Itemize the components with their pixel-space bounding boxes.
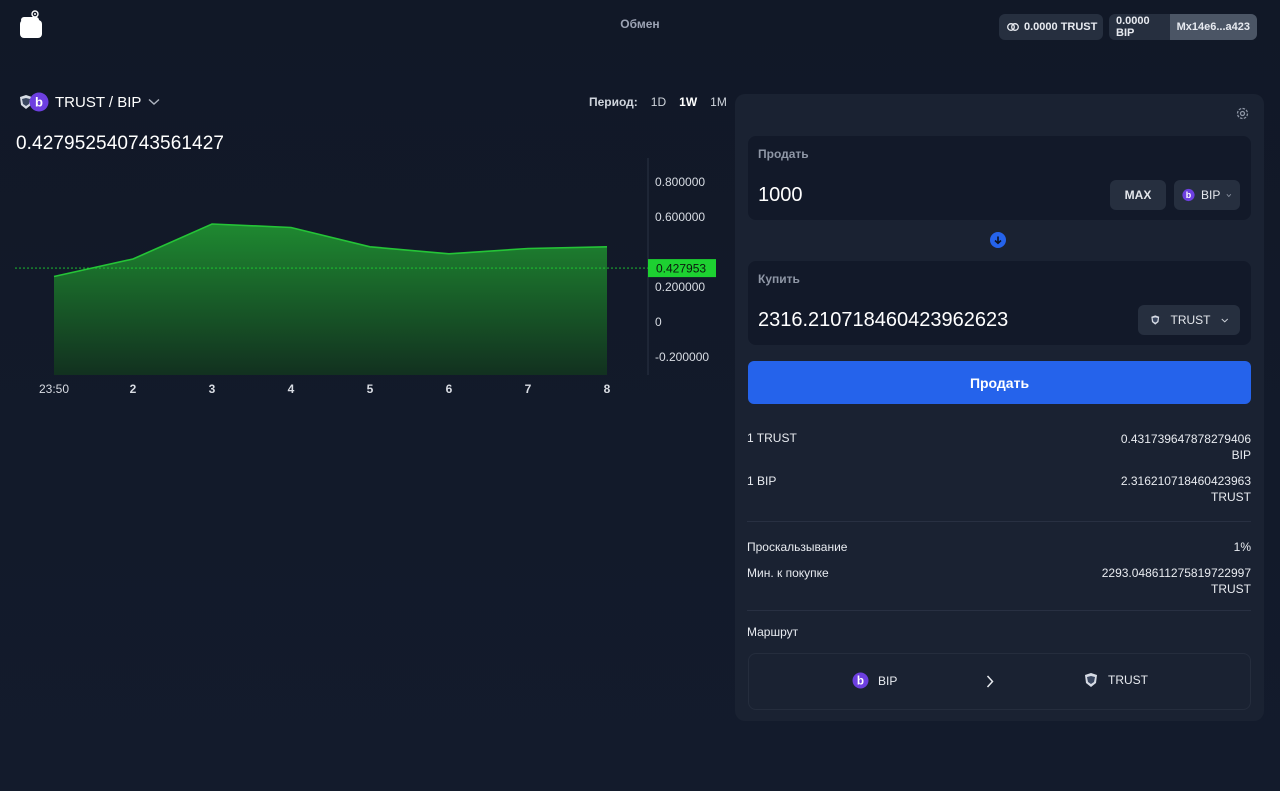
swap-direction-icon[interactable] xyxy=(990,232,1006,248)
route-to-label: TRUST xyxy=(1108,673,1148,687)
rate-bip-amount: 2.316210718460423963 xyxy=(1120,474,1251,488)
divider xyxy=(747,521,1251,522)
rate-trust-value: 0.431739647878279406 BIP xyxy=(1121,431,1251,463)
buy-token-label: TRUST xyxy=(1170,313,1211,327)
account-badge[interactable]: 0.0000 BIP Mx14e6...a423 xyxy=(1109,14,1257,40)
trust-balance-text: 0.0000 TRUST xyxy=(1024,21,1098,33)
max-button[interactable]: MAX xyxy=(1110,180,1166,210)
y-tick-label: 0.600000 xyxy=(655,210,705,224)
price-chart: 0.800000 0.600000 0.200000 0 -0.200000 0.4279… xyxy=(15,158,716,396)
route-to: TRUST xyxy=(1083,672,1148,688)
min-receive-value: 2293.048611275819722997 TRUST xyxy=(1102,565,1251,597)
buy-token-select[interactable]: TRUST xyxy=(1138,305,1240,335)
y-tick-label: 0.200000 xyxy=(655,280,705,294)
chevron-right-icon xyxy=(986,675,994,688)
current-price-label: 0.427953 xyxy=(656,262,706,276)
x-tick-label: 2 xyxy=(130,382,137,396)
period-selector: Период: 1D 1W 1M xyxy=(589,95,727,109)
x-tick-label: 3 xyxy=(209,382,216,396)
route-from-label: BIP xyxy=(878,673,898,688)
bip-token-icon: b xyxy=(29,92,49,112)
divider xyxy=(747,610,1251,611)
buy-label: Купить xyxy=(758,272,800,286)
period-1d[interactable]: 1D xyxy=(651,95,666,109)
y-tick-label: -0.200000 xyxy=(655,350,709,364)
nav-exchange-link[interactable]: Обмен xyxy=(600,17,680,31)
buy-amount-value: 2316.210718460423962623 xyxy=(758,309,1009,331)
chevron-down-icon xyxy=(148,98,160,105)
x-tick-label: 23:50 xyxy=(39,382,69,396)
x-tick-label: 8 xyxy=(604,382,611,396)
svg-text:b: b xyxy=(1186,190,1192,200)
wallet-logo-icon[interactable] xyxy=(18,10,46,40)
x-tick-label: 6 xyxy=(446,382,453,396)
svg-text:b: b xyxy=(857,675,864,688)
min-receive-label: Мин. к покупке xyxy=(747,566,829,580)
sell-panel: Продать 1000 MAX b BIP xyxy=(748,136,1251,220)
min-receive-unit: TRUST xyxy=(1211,582,1251,596)
rate-trust-label: 1 TRUST xyxy=(747,431,797,445)
buy-panel: Купить 2316.210718460423962623 TRUST xyxy=(748,261,1251,345)
x-tick-label: 4 xyxy=(288,382,295,396)
route-from: b BIP xyxy=(852,672,897,689)
svg-text:b: b xyxy=(35,95,43,110)
slippage-label: Проскальзывание xyxy=(747,540,848,554)
bip-balance-text: 0.0000 BIP xyxy=(1116,15,1150,39)
bip-token-icon: b xyxy=(852,672,869,689)
pair-icons: b xyxy=(18,92,49,112)
slippage-value: 1% xyxy=(1233,540,1251,554)
pair-selector[interactable]: b TRUST / BIP xyxy=(18,92,160,112)
submit-sell-button[interactable]: Продать xyxy=(748,361,1251,404)
rate-bip-label: 1 BIP xyxy=(747,474,777,488)
period-1m[interactable]: 1M xyxy=(710,95,727,109)
sell-token-select[interactable]: b BIP xyxy=(1174,180,1240,210)
rate-trust-amount: 0.431739647878279406 xyxy=(1120,432,1251,446)
sell-token-label: BIP xyxy=(1200,188,1221,202)
rate-bip-value: 2.316210718460423963 TRUST xyxy=(1121,473,1251,505)
bip-token-icon: b xyxy=(1182,188,1195,202)
chevron-down-icon xyxy=(1220,318,1228,323)
route-label: Маршрут xyxy=(747,625,799,639)
settings-icon[interactable] xyxy=(1235,106,1250,121)
coins-icon xyxy=(1007,23,1019,31)
trust-balance-badge[interactable]: 0.0000 TRUST xyxy=(999,14,1103,40)
x-tick-label: 5 xyxy=(367,382,374,396)
route-box: b BIP TRUST xyxy=(748,653,1251,710)
period-1w[interactable]: 1W xyxy=(679,95,697,109)
price-area xyxy=(54,224,607,375)
trust-token-icon xyxy=(1151,315,1160,325)
y-tick-label: 0.800000 xyxy=(655,175,705,189)
trust-token-icon xyxy=(1085,673,1097,687)
wallet-address[interactable]: Mx14e6...a423 xyxy=(1169,14,1257,40)
sell-label: Продать xyxy=(758,147,809,161)
pair-label: TRUST / BIP xyxy=(55,93,142,111)
sell-amount-input[interactable]: 1000 xyxy=(758,184,803,207)
period-label: Период: xyxy=(589,95,638,109)
min-receive-amount: 2293.048611275819722997 xyxy=(1101,566,1251,580)
y-tick-label: 0 xyxy=(655,315,662,329)
rate-trust-unit: BIP xyxy=(1231,448,1251,462)
x-tick-label: 7 xyxy=(525,382,532,396)
rate-bip-unit: TRUST xyxy=(1211,490,1251,504)
chevron-down-icon xyxy=(1226,193,1232,197)
